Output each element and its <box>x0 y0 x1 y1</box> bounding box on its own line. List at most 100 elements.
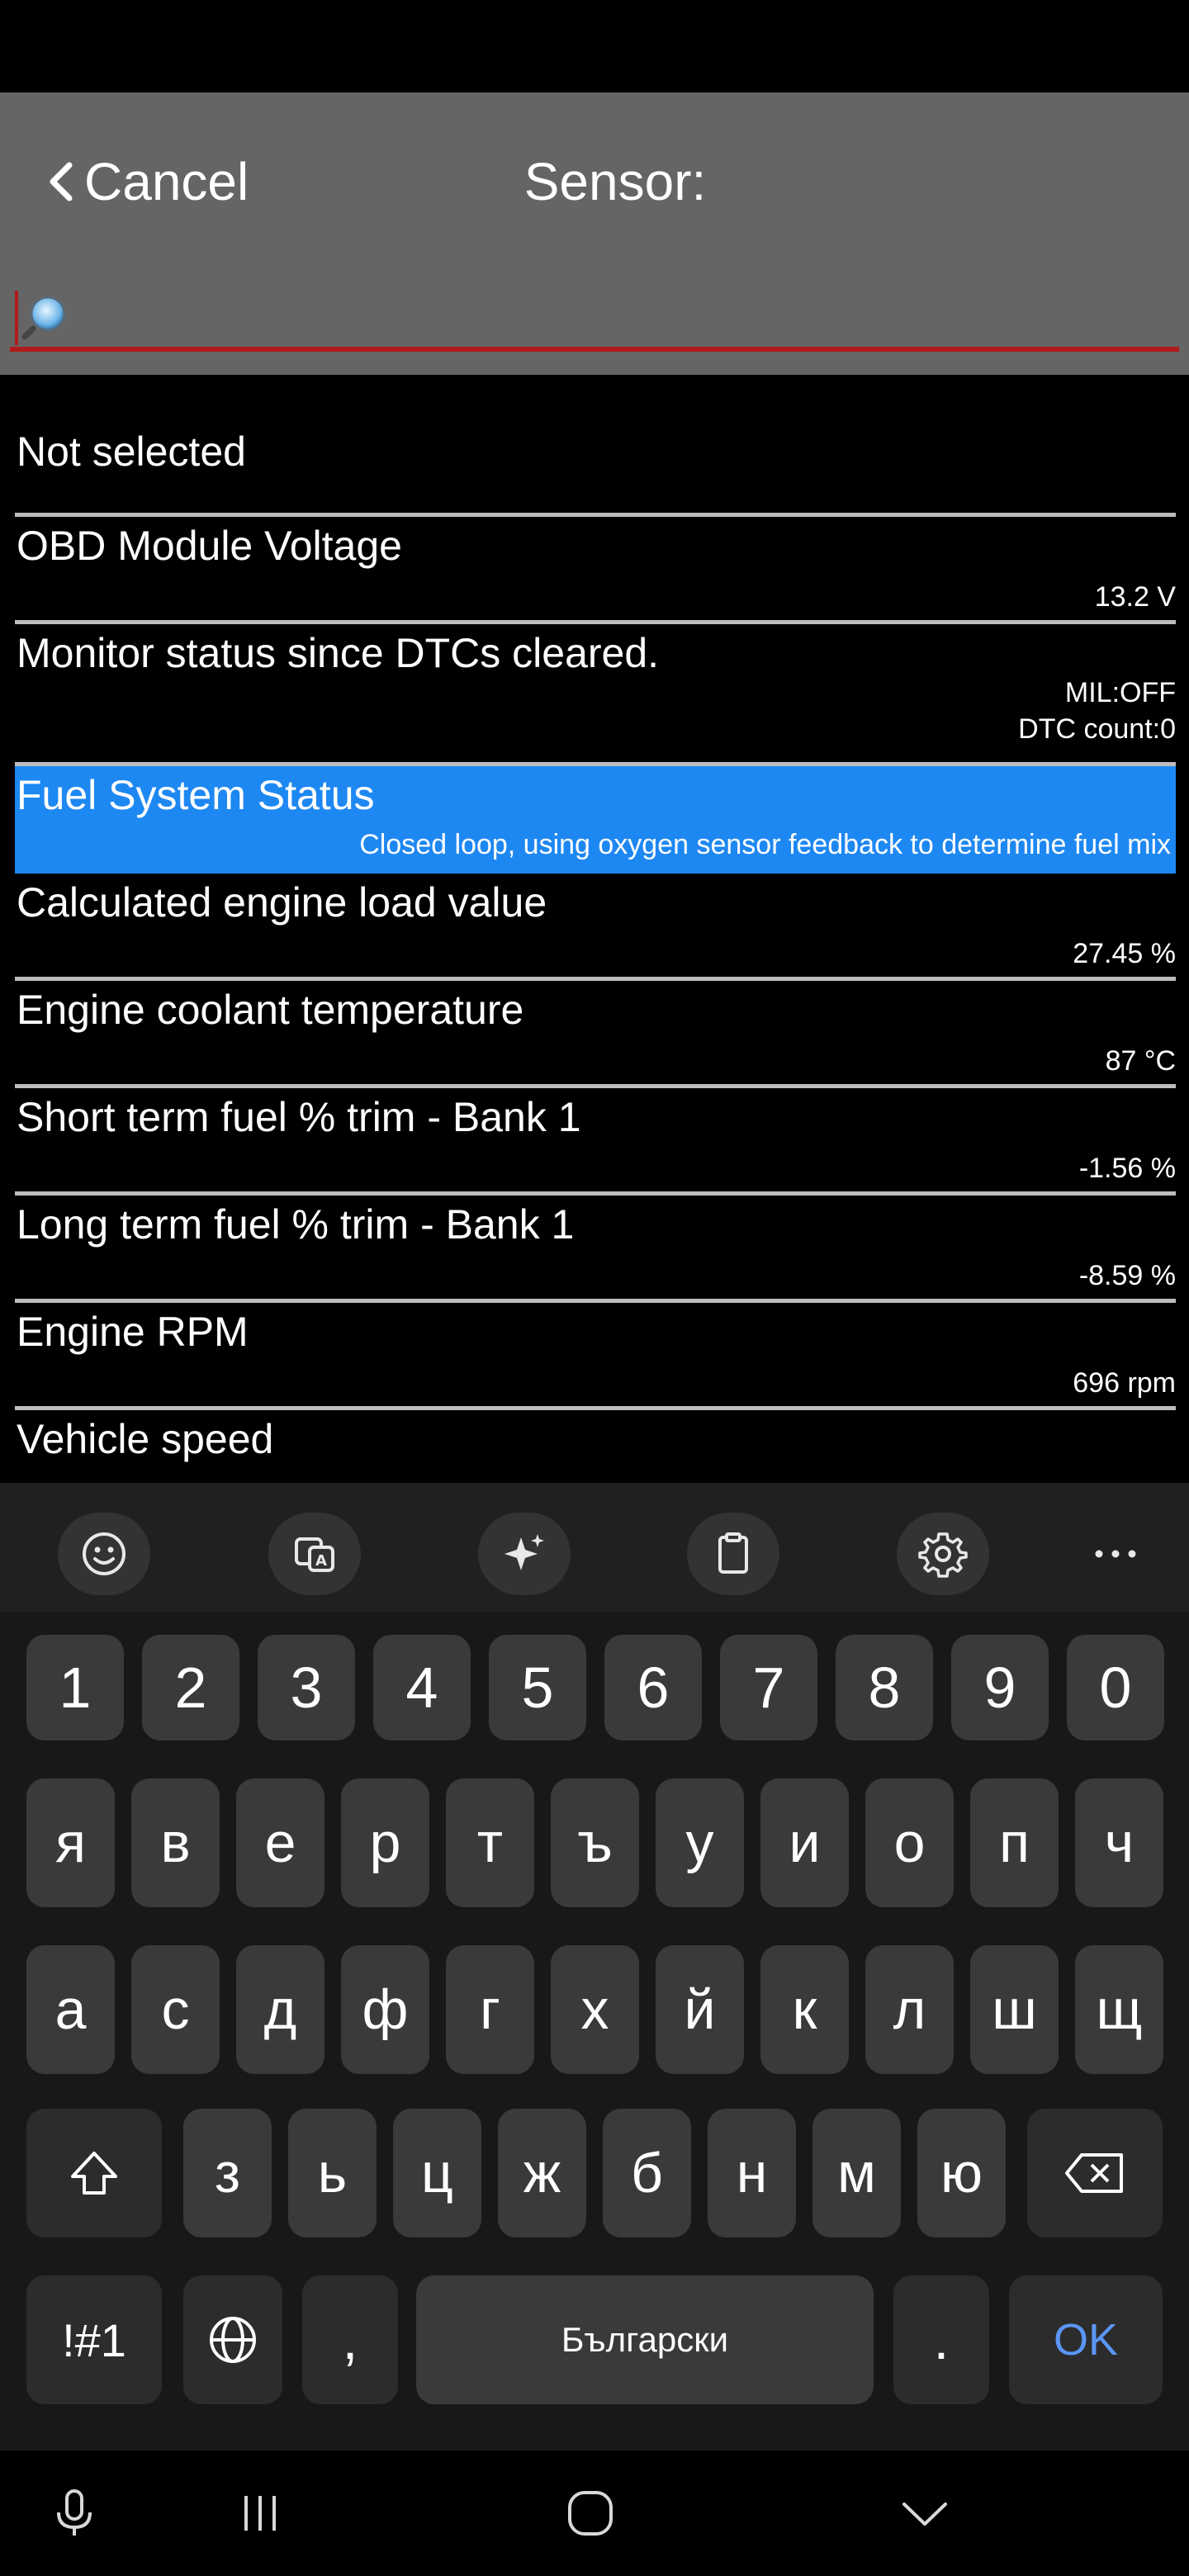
key-letter[interactable]: ф <box>341 1945 429 2074</box>
symbols-key[interactable]: !#1 <box>26 2275 162 2404</box>
key-6[interactable]: 6 <box>604 1635 702 1740</box>
key-letter[interactable]: з <box>183 2109 272 2237</box>
key-letter[interactable]: н <box>708 2109 796 2237</box>
key-letter[interactable]: й <box>656 1945 744 2074</box>
key-letter[interactable]: д <box>236 1945 324 2074</box>
list-item[interactable]: Short term fuel % trim - Bank 1 -1.56 % <box>15 1088 1176 1196</box>
key-letter[interactable]: ю <box>917 2109 1006 2237</box>
key-letter[interactable]: с <box>131 1945 220 2074</box>
list-item[interactable]: Monitor status since DTCs cleared. MIL:OF… <box>15 624 1176 766</box>
key-3[interactable]: 3 <box>258 1635 355 1740</box>
key-letter[interactable]: л <box>865 1945 954 2074</box>
space-key[interactable]: Български <box>416 2275 874 2404</box>
sensor-list[interactable]: Not selected OBD Module Voltage 13.2 V Moni… <box>0 375 1189 1483</box>
list-item[interactable]: Vehicle speed <box>15 1410 1176 1483</box>
backspace-key[interactable] <box>1027 2109 1163 2237</box>
list-item[interactable]: Not selected <box>15 423 1176 517</box>
sensor-name: OBD Module Voltage <box>17 523 402 569</box>
microphone-button[interactable] <box>33 2474 116 2553</box>
backspace-icon <box>1065 2153 1123 2193</box>
recents-icon <box>244 2496 276 2531</box>
page-title: Sensor: <box>523 152 707 211</box>
recents-button[interactable] <box>219 2474 301 2553</box>
list-item[interactable]: OBD Module Voltage 13.2 V <box>15 517 1176 624</box>
sensor-name: Long term fuel % trim - Bank 1 <box>17 1201 575 1248</box>
microphone-icon <box>57 2489 92 2536</box>
search-input[interactable] <box>76 284 1166 347</box>
sensor-value: 696 rpm <box>1073 1367 1176 1399</box>
key-5[interactable]: 5 <box>489 1635 586 1740</box>
sensor-name: Engine coolant temperature <box>17 987 524 1033</box>
list-item[interactable]: Engine coolant temperature 87 °C <box>15 981 1176 1088</box>
key-letter[interactable]: е <box>236 1778 324 1907</box>
key-letter[interactable]: ц <box>393 2109 481 2237</box>
sensor-name: Fuel System Status <box>17 772 375 818</box>
key-0[interactable]: 0 <box>1067 1635 1164 1740</box>
sensor-value: -1.56 % <box>1078 1153 1176 1184</box>
key-letter[interactable]: я <box>26 1778 115 1907</box>
list-item[interactable]: Engine RPM 696 rpm <box>15 1303 1176 1410</box>
shift-key[interactable] <box>26 2109 162 2237</box>
gear-icon <box>918 1532 968 1578</box>
key-letter[interactable]: р <box>341 1778 429 1907</box>
key-letter[interactable]: щ <box>1075 1945 1163 2074</box>
key-letter[interactable]: ж <box>498 2109 586 2237</box>
more-button[interactable] <box>1078 1513 1153 1595</box>
ai-button[interactable] <box>478 1513 571 1595</box>
header: Cancel Sensor: <box>0 92 1189 375</box>
settings-button[interactable] <box>897 1513 989 1595</box>
key-1[interactable]: 1 <box>26 1635 124 1740</box>
text-caret <box>15 291 18 345</box>
key-7[interactable]: 7 <box>720 1635 817 1740</box>
translate-button[interactable]: A <box>268 1513 361 1595</box>
emoji-button[interactable] <box>58 1513 150 1595</box>
sensor-name: Not selected <box>17 429 246 475</box>
key-letter[interactable]: т <box>446 1778 534 1907</box>
navigation-bar <box>0 2451 1189 2576</box>
key-letter[interactable]: х <box>551 1945 639 2074</box>
key-8[interactable]: 8 <box>836 1635 933 1740</box>
home-icon <box>568 2491 613 2536</box>
key-9[interactable]: 9 <box>951 1635 1049 1740</box>
key-letter[interactable]: ш <box>970 1945 1059 2074</box>
language-key[interactable] <box>183 2275 282 2404</box>
key-letter[interactable]: у <box>656 1778 744 1907</box>
list-item[interactable]: Fuel System Status Closed loop, using oxy… <box>15 766 1176 874</box>
sensor-name: Vehicle speed <box>17 1416 274 1462</box>
sensor-value: 27.45 % <box>1073 938 1176 969</box>
key-letter[interactable]: ч <box>1075 1778 1163 1907</box>
key-2[interactable]: 2 <box>142 1635 239 1740</box>
list-item[interactable]: Long term fuel % trim - Bank 1 -8.59 % <box>15 1196 1176 1303</box>
key-letter[interactable]: в <box>131 1778 220 1907</box>
more-icon <box>1095 1550 1136 1558</box>
key-4[interactable]: 4 <box>373 1635 471 1740</box>
ok-key[interactable]: OK <box>1009 2275 1163 2404</box>
key-letter[interactable]: к <box>760 1945 849 2074</box>
sensor-name: Monitor status since DTCs cleared. <box>17 630 660 676</box>
key-letter[interactable]: о <box>865 1778 954 1907</box>
search-box[interactable] <box>10 276 1179 352</box>
key-letter[interactable]: ъ <box>551 1778 639 1907</box>
sensor-value: Closed loop, using oxygen sensor feedbac… <box>359 829 1171 860</box>
key-letter[interactable]: б <box>603 2109 691 2237</box>
key-letter[interactable]: и <box>760 1778 849 1907</box>
key-letter[interactable]: м <box>812 2109 901 2237</box>
key-letter[interactable]: ь <box>288 2109 377 2237</box>
key-letter[interactable]: а <box>26 1945 115 2074</box>
comma-key[interactable]: , <box>302 2275 398 2404</box>
clipboard-button[interactable] <box>687 1513 779 1595</box>
clipboard-icon <box>718 1532 748 1574</box>
key-letter[interactable]: п <box>970 1778 1059 1907</box>
hide-keyboard-button[interactable] <box>883 2474 966 2553</box>
hide-keyboard-icon <box>902 2503 947 2526</box>
home-button[interactable] <box>549 2474 632 2553</box>
list-item[interactable]: Calculated engine load value 27.45 % <box>15 874 1176 981</box>
shift-icon <box>71 2152 117 2195</box>
sensor-value-secondary: DTC count:0 <box>1018 713 1176 745</box>
key-letter[interactable]: г <box>446 1945 534 2074</box>
sensor-value: -8.59 % <box>1078 1260 1176 1291</box>
sensor-name: Calculated engine load value <box>17 879 547 926</box>
sensor-value: 13.2 V <box>1094 581 1176 613</box>
period-key[interactable]: . <box>893 2275 989 2404</box>
sensor-value: 87 °C <box>1105 1045 1176 1077</box>
